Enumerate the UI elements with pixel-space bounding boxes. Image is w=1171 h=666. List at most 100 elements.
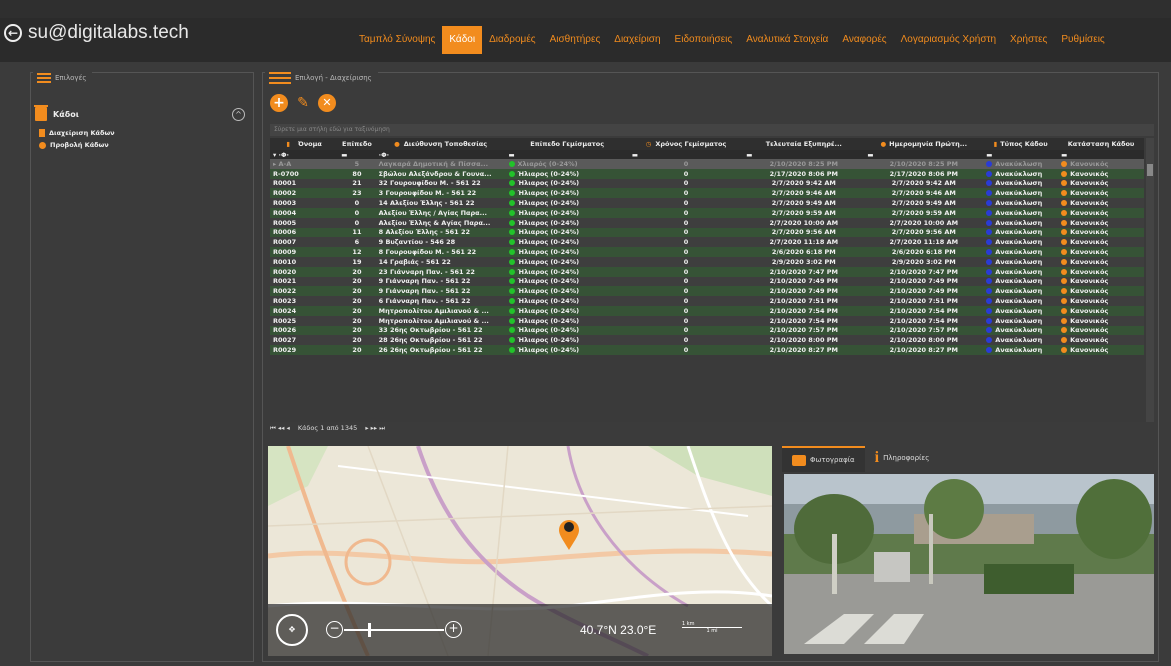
filter-cell[interactable]: ▬: [338, 150, 376, 159]
delete-icon[interactable]: ✕: [318, 94, 336, 112]
cell-name: R-0700: [270, 168, 339, 179]
back-arrow-icon[interactable]: ←: [4, 24, 22, 42]
filter-cell[interactable]: ▬: [505, 150, 629, 159]
nav-item-4[interactable]: Διαχείριση: [607, 26, 667, 54]
cell-level: 20: [338, 266, 376, 277]
col-header-first-date[interactable]: ● Ημερομηνία Πρώτη...: [864, 138, 984, 150]
cell-text: Ανακύκλωση: [995, 297, 1043, 306]
table-row[interactable]: R0024 20 Μητροπολίτου Αμιλιανού & ... Ήλιαρ…: [270, 305, 1144, 316]
nav-item-6[interactable]: Αναλυτικά Στοιχεία: [739, 26, 835, 54]
cell-type: Ανακύκλωση: [983, 335, 1059, 346]
col-header-address[interactable]: ● Διεύθυνση Τοποθεσίας: [375, 138, 506, 150]
cell-text: 5: [354, 159, 360, 168]
table-row[interactable]: R0027 20 28 26ης Οκτωβρίου - 561 22 Ήλιαρος…: [270, 335, 1144, 346]
pager-next-last[interactable]: ▸ ▸▸ ⏭: [365, 424, 385, 432]
cell-last-service: 2/7/2020 9:46 AM: [743, 188, 865, 199]
nav-item-3[interactable]: Αισθητήρες: [543, 26, 608, 54]
table-row[interactable]: R0029 20 26 26ης Οκτωβρίου - 561 22 Ήλιαρος…: [270, 345, 1144, 355]
table-row[interactable]: R0022 20 9 Γιάνναρη Παν. - 561 22 Ήλιαρος (…: [270, 286, 1144, 297]
nav-item-2[interactable]: Διαδρομές: [482, 26, 543, 54]
grid-vertical-scrollbar[interactable]: [1146, 138, 1154, 422]
add-icon[interactable]: +: [270, 94, 288, 112]
table-row[interactable]: R0009 12 8 Γουρουφίδου Μ. - 561 22 Ήλιαρος …: [270, 247, 1144, 257]
cell-text: 0: [683, 199, 689, 208]
cell-text: Ήλιαρος (0-24%): [517, 208, 580, 217]
pager-first-prev[interactable]: ⏮ ◂◂ ◂: [270, 424, 290, 432]
cell-status: Κανονικός: [1058, 159, 1144, 169]
filter-cell[interactable]: ▾ ·Φ·: [270, 150, 339, 159]
table-row[interactable]: R0023 20 6 Γιάνναρη Παν. - 561 22 Ήλιαρος (…: [270, 296, 1144, 306]
cell-text: 0: [683, 208, 689, 217]
location-marker-icon[interactable]: [559, 520, 579, 550]
col-header-bin-status[interactable]: Κατάσταση Κάδου: [1058, 138, 1144, 150]
nav-item-10[interactable]: Ρυθμίσεις: [1054, 26, 1111, 54]
col-header-last-service[interactable]: Τελευταία Εξυπηρέ...: [743, 138, 865, 150]
cell-text: 20: [352, 316, 362, 325]
bin-small-icon: [39, 129, 45, 137]
table-row[interactable]: R0025 20 Μητροπολίτου Αμιλιανού & ... Ήλιαρ…: [270, 315, 1144, 326]
menu-item-view-bins[interactable]: Προβολή Κάδων: [39, 141, 109, 149]
filter-cell[interactable]: ▬: [983, 150, 1059, 159]
nav-item-1[interactable]: Κάδοι: [442, 26, 483, 54]
table-row[interactable]: R0004 0 Αλεξίου Έλλης / Αγίας Παρα... Ήλιαρ…: [270, 207, 1144, 218]
menu-item-manage-bins[interactable]: Διαχείριση Κάδων: [39, 129, 115, 137]
table-row[interactable]: R0021 20 9 Γιάνναρη Παν. - 561 22 Ήλιαρος (…: [270, 276, 1144, 287]
cell-text: 0: [683, 316, 689, 325]
filter-cell[interactable]: ▬: [1058, 150, 1144, 159]
cell-fill-time: 0: [628, 286, 744, 297]
table-row[interactable]: R0003 0 14 Αλεξίου Έλλης - 561 22 Ήλιαρος (…: [270, 198, 1144, 208]
zoom-slider-thumb[interactable]: [368, 623, 371, 637]
col-header-fill-level[interactable]: Επίπεδο Γεμίσματος: [505, 138, 629, 150]
filter-row[interactable]: ▾ ·Φ· ▬ ·Φ· ▬ ▬ ▬ ▬ ▬ ▬: [270, 150, 1144, 159]
collapse-up-icon[interactable]: ^: [232, 107, 245, 121]
col-header-level[interactable]: Επίπεδο: [338, 138, 376, 150]
nav-item-5[interactable]: Ειδοποιήσεις: [668, 26, 740, 54]
table-row[interactable]: R0020 20 23 Γιάνναρη Παν. - 561 22 Ήλιαρος …: [270, 266, 1144, 277]
cell-text: 20: [352, 306, 362, 315]
filter-cell[interactable]: ▬: [743, 150, 865, 159]
cell-type: Ανακύκλωση: [983, 256, 1059, 267]
filter-cell[interactable]: ▬: [628, 150, 744, 159]
edit-pencil-icon[interactable]: ✎: [294, 94, 312, 112]
table-row[interactable]: R0002 23 3 Γουρουφίδου Μ. - 561 22 Ήλιαρος …: [270, 188, 1144, 199]
table-row[interactable]: R0007 6 9 Βυζαντίου - 546 28 Ήλιαρος (0-24%…: [270, 237, 1144, 248]
nav-item-8[interactable]: Λογαριασμός Χρήστη: [894, 26, 1003, 54]
table-row[interactable]: R0010 19 14 Γραβιάς - 561 22 Ήλιαρος (0-24%…: [270, 256, 1144, 267]
cell-text: Ήλιαρος (0-24%): [517, 326, 580, 335]
table-row[interactable]: ▸ A-A 5 Λαγκαρά Δημοτική & Πίσσα... Χλιαρός…: [270, 159, 1144, 169]
tab-info[interactable]: i Πληροφορίες: [865, 446, 940, 470]
table-row[interactable]: R0026 20 33 26ης Οκτωβρίου - 561 22 Ήλιαρος…: [270, 325, 1144, 336]
cell-fill: Ήλιαρος (0-24%): [505, 325, 629, 336]
cell-text: Κανονικός: [1070, 199, 1109, 208]
nav-item-0[interactable]: Ταμπλό Σύνοψης: [352, 26, 442, 54]
cell-text: R0001: [273, 179, 297, 188]
cell-type: Ανακύκλωση: [983, 286, 1059, 297]
filter-cell[interactable]: ▬: [864, 150, 984, 159]
col-header-bin-type[interactable]: ▮ Τύπος Κάδου: [983, 138, 1059, 150]
bins-group-header[interactable]: Κάδοι ^: [34, 103, 245, 125]
map-view[interactable]: ✥ − + 40.7°N 23.0°E 1 km 1 mi: [268, 446, 772, 656]
zoom-in-icon[interactable]: +: [445, 621, 462, 638]
table-row[interactable]: R0006 11 8 Αλεξίου Έλλης - 561 22 Ήλιαρος (…: [270, 227, 1144, 238]
cell-fill-time: 0: [628, 345, 744, 355]
table-row[interactable]: R0005 0 Αλεξίου Έλλης & Αγίας Παρα... Ήλιαρ…: [270, 217, 1144, 228]
pan-control-icon[interactable]: ✥: [276, 614, 308, 646]
pager-text: Κάδος 1 από 1345: [297, 424, 358, 432]
cell-fill-time: 0: [628, 207, 744, 218]
zoom-out-icon[interactable]: −: [326, 621, 343, 638]
col-header-name[interactable]: ▮ Όνομα: [270, 138, 339, 150]
zoom-slider[interactable]: [344, 629, 444, 631]
cell-address: 32 Γουρουφίδου Μ. - 561 22: [375, 178, 506, 189]
filter-cell[interactable]: ·Φ·: [375, 150, 506, 159]
recycle-type-icon: [986, 209, 993, 216]
tab-photo[interactable]: Φωτογραφία: [782, 446, 865, 472]
nav-item-9[interactable]: Χρήστες: [1003, 26, 1054, 54]
cell-text: R0002: [273, 189, 297, 198]
table-row[interactable]: R-0700 80 Σβώλου Αλεξάνδρου & Γουνα... Ήλια…: [270, 168, 1144, 179]
table-row[interactable]: R0001 21 32 Γουρουφίδου Μ. - 561 22 Ήλιαρος…: [270, 178, 1144, 189]
cell-text: 3 Γουρουφίδου Μ. - 561 22: [378, 189, 477, 198]
nav-item-7[interactable]: Αναφορές: [835, 26, 893, 54]
cell-text: Κανονικός: [1070, 208, 1109, 217]
col-header-fill-time[interactable]: ◷ Χρόνος Γεμίσματος: [628, 138, 744, 150]
scrollbar-thumb[interactable]: [1147, 164, 1153, 176]
